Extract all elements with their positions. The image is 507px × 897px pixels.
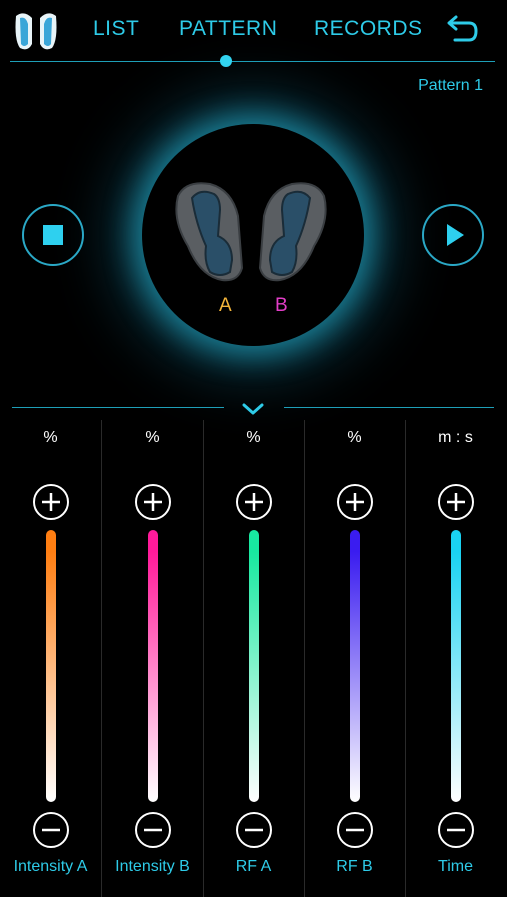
slider-intensity-b: % Intensity B: [102, 420, 203, 897]
slider-unit: %: [246, 429, 261, 446]
minus-icon[interactable]: [437, 811, 475, 849]
slider-track[interactable]: [349, 530, 360, 802]
slider-label: Intensity B: [115, 858, 190, 875]
play-button[interactable]: [422, 204, 484, 266]
slider-track[interactable]: [450, 530, 461, 802]
plus-icon[interactable]: [336, 483, 374, 521]
tab-pattern[interactable]: PATTERN: [179, 17, 277, 41]
slider-time: m : s Time: [405, 420, 506, 897]
slider-track[interactable]: [45, 530, 56, 802]
slider-unit: %: [347, 429, 362, 446]
slider-label: RF A: [235, 858, 272, 875]
slider-label: RF B: [336, 858, 373, 875]
slider-unit: %: [145, 429, 160, 446]
slider-rf-a: % RF A: [203, 420, 304, 897]
tab-list[interactable]: LIST: [93, 17, 139, 41]
slider-rf-b: % RF B: [304, 420, 405, 897]
divider-left: [12, 407, 224, 408]
pattern-name: Pattern 1: [418, 77, 483, 94]
plus-icon[interactable]: [32, 483, 70, 521]
minus-icon[interactable]: [32, 811, 70, 849]
slider-label: Time: [438, 858, 473, 875]
plus-icon[interactable]: [235, 483, 273, 521]
tab-indicator-dot[interactable]: [220, 55, 232, 67]
slider-unit: %: [43, 429, 58, 446]
slider-unit: m : s: [438, 429, 473, 446]
slider-track[interactable]: [248, 530, 259, 802]
tab-records[interactable]: RECORDS: [314, 17, 423, 41]
slider-track[interactable]: [147, 530, 158, 802]
back-arrow-icon[interactable]: [445, 14, 479, 46]
minus-icon[interactable]: [235, 811, 273, 849]
plus-icon[interactable]: [437, 483, 475, 521]
tab-indicator-line: [10, 61, 495, 62]
slider-label: Intensity A: [13, 858, 88, 875]
earbud-a-label: A: [219, 295, 232, 316]
chevron-down-icon[interactable]: [240, 401, 266, 417]
earbuds-icon: [175, 182, 327, 282]
earbuds-logo-icon: [15, 13, 57, 50]
slider-intensity-a: % Intensity A: [0, 420, 101, 897]
divider-right: [284, 407, 494, 408]
minus-icon[interactable]: [336, 811, 374, 849]
earbud-b-label: B: [275, 295, 288, 316]
plus-icon[interactable]: [134, 483, 172, 521]
play-icon: [447, 224, 464, 246]
stop-icon: [43, 225, 63, 245]
minus-icon[interactable]: [134, 811, 172, 849]
stop-button[interactable]: [22, 204, 84, 266]
